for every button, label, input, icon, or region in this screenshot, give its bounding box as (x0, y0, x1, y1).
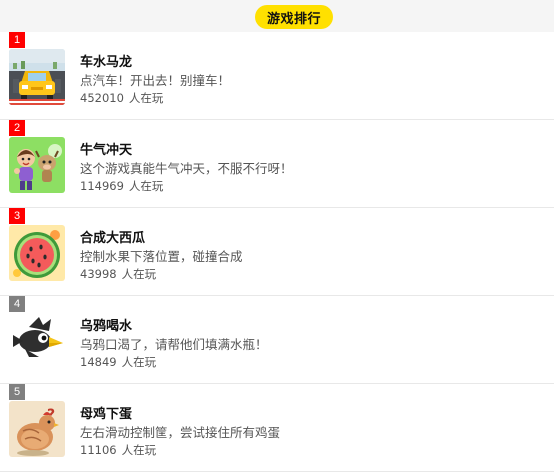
rank-badge: 4 (9, 296, 25, 312)
list-item-game-1[interactable]: 1 车水马龙 点汽车！开出去！别撞车！ 452010 人在玩 (0, 32, 554, 120)
play-count-label: 人在玩 (121, 355, 157, 369)
game-description: 点汽车！开出去！别撞车！ (80, 73, 231, 88)
hen-icon: ? (9, 401, 65, 457)
rank-badge: 5 (9, 384, 25, 400)
play-count-value: 114969 (80, 179, 124, 193)
game-ranking-list: 1 车水马龙 点汽车！开出去！别撞车！ 452010 人在玩 2 牛气冲天 这个… (0, 32, 554, 472)
play-count-value: 14849 (80, 355, 117, 369)
play-count-label: 人在玩 (128, 179, 164, 193)
yellow-car-icon (9, 49, 65, 105)
game-description: 控制水果下落位置，碰撞合成 (80, 249, 243, 264)
play-count-label: 人在玩 (121, 267, 157, 281)
list-item-game-3[interactable]: 3 合成大西瓜 控制水果下落位置，碰撞合成 43998 人在玩 (0, 208, 554, 296)
play-count-value: 11106 (80, 443, 117, 457)
play-count: 452010 人在玩 (80, 90, 163, 106)
crow-icon (9, 313, 65, 369)
game-title: 乌鸦喝水 (80, 319, 133, 334)
list-item-game-5[interactable]: 5 ? 母鸡下蛋 左右滑动控制筐，尝试接住所有鸡蛋 11106 人在玩 (0, 384, 554, 472)
watermelon-icon (9, 225, 65, 281)
rank-badge: 2 (9, 120, 25, 136)
game-description: 这个游戏真能牛气冲天，不服不行呀！ (80, 161, 293, 176)
game-title: 牛气冲天 (80, 143, 133, 158)
game-title: 车水马龙 (80, 55, 133, 70)
rank-badge: 1 (9, 32, 25, 48)
list-item-game-2[interactable]: 2 牛气冲天 这个游戏真能牛气冲天，不服不行呀！ 114969 人在玩 (0, 120, 554, 208)
game-title: 母鸡下蛋 (80, 407, 133, 422)
rank-badge: 3 (9, 208, 25, 224)
list-item-game-4[interactable]: 4 乌鸦喝水 乌鸦口渴了，请帮他们填满水瓶！ 14849 人在玩 (0, 296, 554, 384)
header-bar: 游戏排行 (0, 0, 554, 32)
girl-and-cow-icon (9, 137, 65, 193)
game-title: 合成大西瓜 (80, 231, 146, 246)
play-count: 11106 人在玩 (80, 442, 156, 458)
play-count-value: 452010 (80, 91, 124, 105)
play-count-value: 43998 (80, 267, 117, 281)
play-count-label: 人在玩 (128, 91, 164, 105)
play-count-label: 人在玩 (121, 443, 157, 457)
game-description: 左右滑动控制筐，尝试接住所有鸡蛋 (80, 425, 281, 440)
play-count: 14849 人在玩 (80, 354, 156, 370)
page-title: 游戏排行 (255, 5, 333, 29)
play-count: 43998 人在玩 (80, 266, 156, 282)
play-count: 114969 人在玩 (80, 178, 163, 194)
game-description: 乌鸦口渴了，请帮他们填满水瓶！ (80, 337, 268, 352)
